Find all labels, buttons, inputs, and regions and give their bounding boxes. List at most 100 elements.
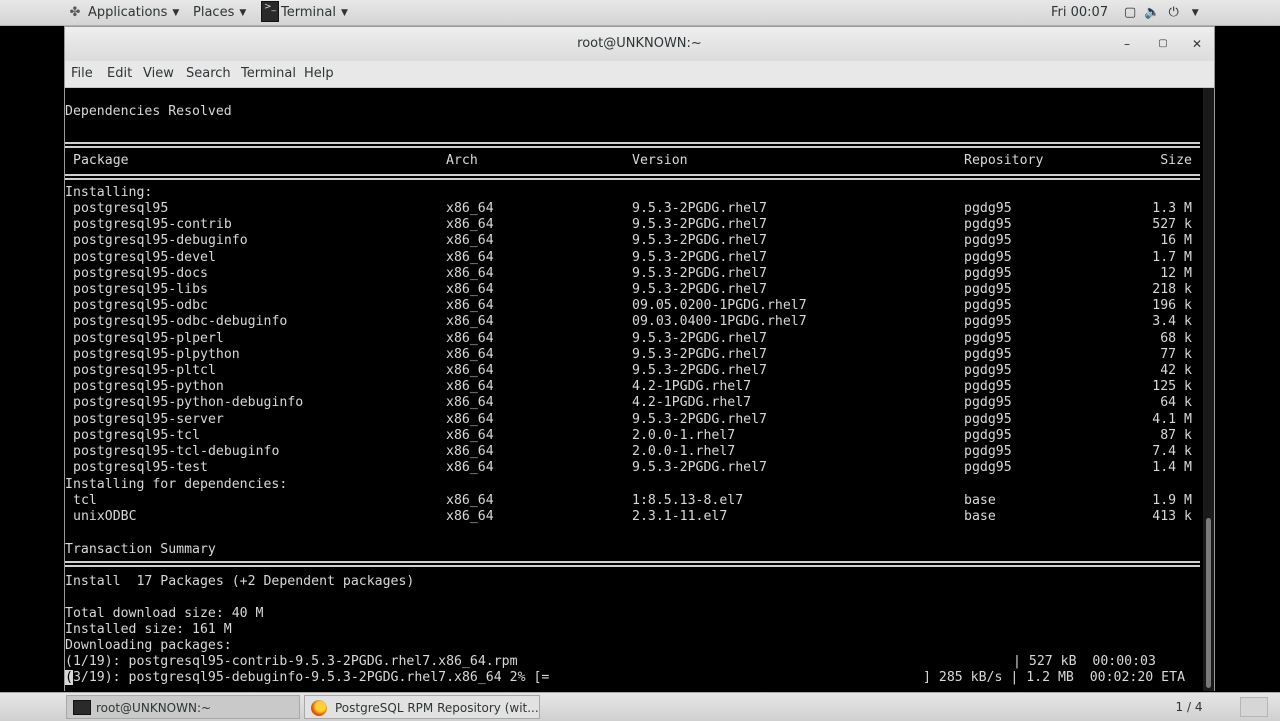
package-version: 2.3.1-11.el7 [632, 509, 728, 525]
package-arch: x86_64 [446, 379, 494, 395]
separator [65, 561, 1200, 567]
workspace-switcher[interactable] [1240, 697, 1268, 717]
package-name: postgresql95-debuginfo [73, 233, 248, 249]
window-title: root@UNKNOWN:~ [577, 36, 702, 51]
package-size: 87 k [1160, 427, 1192, 443]
downloading-line: Downloading packages: [65, 638, 232, 653]
package-arch: x86_64 [446, 217, 494, 233]
menu-search[interactable]: Search [186, 61, 231, 87]
package-repo: pgdg95 [964, 444, 1012, 459]
package-version: 9.5.3-2PGDG.rhel7 [632, 217, 767, 233]
package-repo: pgdg95 [964, 201, 1012, 216]
package-size: 1.4 M [1152, 460, 1192, 476]
menu-terminal[interactable]: Terminal [241, 61, 296, 87]
package-size: 42 k [1160, 363, 1192, 378]
table-row: postgresql95-debuginfo x86_64 9.5.3-2PGDG.… [65, 233, 1200, 249]
terminal-output[interactable]: Dependencies Resolved Package Arch Versi… [65, 88, 1203, 691]
bottom-taskbar: root@UNKNOWN:~ PostgreSQL RPM Repository… [0, 692, 1280, 721]
separator [65, 142, 1200, 148]
places-menu[interactable]: Places ▼ [193, 0, 246, 25]
package-version: 9.5.3-2PGDG.rhel7 [632, 282, 767, 297]
package-size: 3.4 k [1152, 314, 1192, 330]
menu-edit[interactable]: Edit [107, 61, 132, 87]
taskbar-terminal-button[interactable]: root@UNKNOWN:~ [66, 695, 300, 719]
package-size: 1.9 M [1152, 493, 1192, 508]
package-size: 77 k [1160, 346, 1192, 362]
package-version: 9.5.3-2PGDG.rhel7 [632, 330, 767, 346]
package-repo: pgdg95 [964, 379, 1012, 395]
table-row: postgresql95-plperl x86_64 9.5.3-2PGDG.rhe… [65, 331, 1200, 347]
package-version: 4.2-1PGDG.rhel7 [632, 395, 752, 411]
package-name: postgresql95-python [73, 379, 224, 395]
package-name: postgresql95-pltcl [73, 363, 216, 378]
table-row: postgresql95-devel x86_64 9.5.3-2PGDG.rhel… [65, 250, 1200, 266]
package-version: 9.5.3-2PGDG.rhel7 [632, 460, 767, 476]
package-arch: x86_64 [446, 314, 494, 330]
separator [65, 174, 1200, 180]
clock[interactable]: Fri 00:07 [1051, 0, 1108, 25]
package-arch: x86_64 [446, 330, 494, 346]
maximize-button[interactable]: ▢ [1153, 27, 1173, 61]
package-arch: x86_64 [446, 460, 494, 476]
package-repo: pgdg95 [964, 265, 1012, 281]
package-name: postgresql95-tcl-debuginfo [73, 444, 280, 459]
table-row: tcl x86_64 1:8.5.13-8.el7 base 1.9 M [65, 493, 1200, 509]
taskbar-firefox-button[interactable]: PostgreSQL RPM Repository (wit... [304, 695, 540, 719]
package-repo: pgdg95 [964, 282, 1012, 297]
menu-file[interactable]: File [71, 61, 93, 87]
package-size: 218 k [1152, 282, 1192, 297]
deps-label: Installing for dependencies: [65, 477, 288, 492]
package-version: 09.05.0200-1PGDG.rhel7 [632, 298, 807, 314]
table-row: postgresql95-test x86_64 9.5.3-2PGDG.rhel7… [65, 460, 1200, 476]
window-titlebar[interactable]: root@UNKNOWN:~ – ▢ ✕ [65, 27, 1214, 61]
table-row: postgresql95-contrib x86_64 9.5.3-2PGDG.rh… [65, 217, 1200, 233]
screen-icon: ▢ [1124, 5, 1145, 20]
package-size: 12 M [1160, 265, 1192, 281]
menu-bar: File Edit View Search Terminal Help [65, 61, 1214, 88]
terminal-scrollbar[interactable] [1203, 88, 1214, 691]
package-size: 1.7 M [1152, 249, 1192, 265]
minimize-button[interactable]: – [1117, 27, 1137, 61]
table-row: postgresql95-server x86_64 9.5.3-2PGDG.rhe… [65, 412, 1200, 428]
total-download-line: Total download size: 40 M [65, 606, 264, 621]
package-repo: pgdg95 [964, 314, 1012, 330]
system-status-menu[interactable]: ▢🔈⏻ ▼ [1124, 0, 1199, 25]
close-button[interactable]: ✕ [1187, 27, 1207, 61]
package-size: 64 k [1160, 395, 1192, 411]
package-version: 9.5.3-2PGDG.rhel7 [632, 201, 767, 216]
terminal-app-menu[interactable]: >_ Terminal ▼ [261, 0, 348, 25]
package-version: 1:8.5.13-8.el7 [632, 493, 744, 508]
package-arch: x86_64 [446, 233, 494, 249]
package-repo: pgdg95 [964, 346, 1012, 362]
package-version: 2.0.0-1.rhel7 [632, 427, 736, 443]
package-repo: base [964, 493, 996, 508]
package-repo: pgdg95 [964, 460, 1012, 476]
package-arch: x86_64 [446, 427, 494, 443]
terminal-cursor: ( [65, 670, 73, 685]
package-arch: x86_64 [446, 444, 494, 459]
package-version: 9.5.3-2PGDG.rhel7 [632, 346, 767, 362]
applications-menu[interactable]: ✤ Applications ▼ [68, 0, 180, 25]
menu-view[interactable]: View [143, 61, 174, 87]
top-panel: ✤ Applications ▼ Places ▼ >_ Terminal ▼ Fri 0… [0, 0, 1280, 26]
table-row: postgresql95-odbc x86_64 09.05.0200-1PGDG.… [65, 298, 1200, 314]
workspace-indicator[interactable]: 1 / 4 [1164, 693, 1214, 721]
header-arch: Arch [446, 153, 478, 168]
download-stats-2: ] 285 kB/s | 1.2 MB 00:02:20 ETA [923, 670, 1186, 685]
package-name: postgresql95-odbc [73, 298, 208, 314]
package-arch: x86_64 [446, 346, 494, 362]
package-repo: base [964, 509, 996, 525]
table-row: postgresql95-tcl x86_64 2.0.0-1.rhel7 pgdg9… [65, 428, 1200, 444]
menu-help[interactable]: Help [304, 61, 334, 87]
package-name: postgresql95-odbc-debuginfo [73, 314, 288, 330]
download-stats-1: | 527 kB 00:00:03 [1013, 654, 1156, 669]
dropdown-arrow-icon: ▼ [1191, 8, 1199, 18]
scrollbar-thumb[interactable] [1206, 518, 1211, 688]
table-row: postgresql95-tcl-debuginfo x86_64 2.0.0-1.… [65, 444, 1200, 460]
places-label: Places [193, 5, 235, 20]
dropdown-arrow-icon: ▼ [340, 8, 348, 18]
package-repo: pgdg95 [964, 330, 1012, 346]
package-name: postgresql95-libs [73, 282, 208, 297]
package-repo: pgdg95 [964, 363, 1012, 378]
package-name: postgresql95-devel [73, 249, 216, 265]
